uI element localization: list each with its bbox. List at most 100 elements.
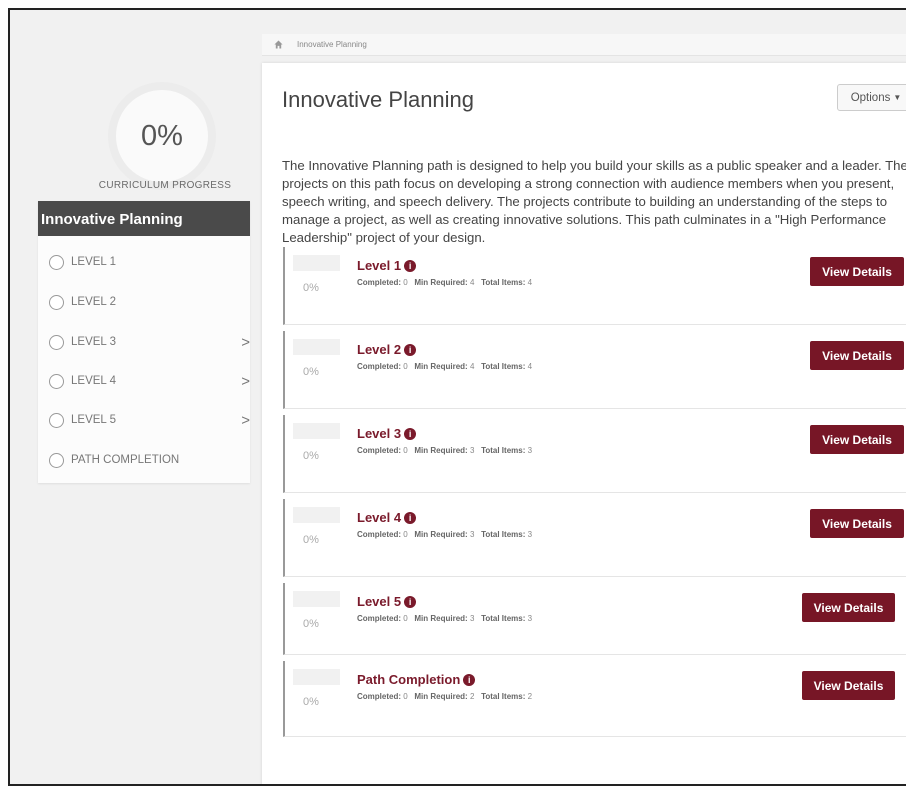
min-required-value: 4 xyxy=(469,278,475,287)
radio-icon xyxy=(49,412,64,428)
level-percent: 0% xyxy=(303,282,319,294)
sidebar-item-level-1[interactable]: LEVEL 1 xyxy=(38,243,250,281)
total-items-label: Total Items: xyxy=(481,530,526,539)
sidebar-item-label: PATH COMPLETION xyxy=(71,454,180,466)
view-details-button[interactable]: View Details xyxy=(810,425,904,454)
sidebar-item-level-3[interactable]: LEVEL 3 > xyxy=(38,323,250,361)
progress-bar xyxy=(293,339,340,355)
view-details-button[interactable]: View Details xyxy=(802,671,895,700)
radio-icon xyxy=(49,254,64,270)
level-stats: Completed: 0 Min Required: 3 Total Items… xyxy=(357,530,532,539)
chevron-right-icon: > xyxy=(241,372,250,390)
curriculum-progress-circle: 0% xyxy=(108,82,216,190)
options-label: Options xyxy=(850,91,891,104)
completed-label: Completed: xyxy=(357,278,401,287)
level-title-text: Level 2 xyxy=(357,342,402,357)
info-icon[interactable]: i xyxy=(463,673,476,686)
level-title: Level 5 i xyxy=(357,594,417,609)
level-title: Level 3 i xyxy=(357,426,417,441)
completed-value: 0 xyxy=(403,362,408,371)
level-title-text: Level 1 xyxy=(357,258,402,273)
info-icon[interactable]: i xyxy=(404,259,417,272)
breadcrumb-current[interactable]: Innovative Planning xyxy=(297,40,367,49)
level-card: 0% Level 3 i Completed: 0 Min Required: … xyxy=(283,415,906,493)
info-icon[interactable]: i xyxy=(404,511,417,524)
total-items-value: 4 xyxy=(527,362,533,371)
level-card: 0% Path Completion i Completed: 0 Min Re… xyxy=(283,661,906,737)
level-percent: 0% xyxy=(303,450,319,462)
level-title: Level 4 i xyxy=(357,510,417,525)
level-title-text: Level 5 xyxy=(357,594,402,609)
radio-icon xyxy=(49,452,64,468)
level-title-text: Level 3 xyxy=(357,426,402,441)
min-required-label: Min Required: xyxy=(414,614,468,623)
sidebar-item-label: LEVEL 1 xyxy=(71,256,116,268)
curriculum-progress-percent: 0% xyxy=(141,119,183,152)
level-stats: Completed: 0 Min Required: 3 Total Items… xyxy=(357,446,532,455)
options-button[interactable]: Options ▼ xyxy=(837,84,906,111)
sidebar-item-level-4[interactable]: LEVEL 4 > xyxy=(38,362,250,400)
sidebar-item-level-2[interactable]: LEVEL 2 xyxy=(38,283,250,321)
min-required-label: Min Required: xyxy=(414,446,468,455)
sidebar-item-label: LEVEL 4 xyxy=(71,375,116,387)
caret-down-icon: ▼ xyxy=(893,93,902,102)
level-stats: Completed: 0 Min Required: 2 Total Items… xyxy=(357,692,532,701)
info-icon[interactable]: i xyxy=(404,427,417,440)
chevron-right-icon: > xyxy=(241,411,250,429)
total-items-value: 3 xyxy=(527,530,533,539)
min-required-label: Min Required: xyxy=(414,278,468,287)
completed-value: 0 xyxy=(403,692,408,701)
progress-bar xyxy=(293,507,340,523)
total-items-label: Total Items: xyxy=(481,446,526,455)
breadcrumb: Innovative Planning xyxy=(262,34,906,56)
level-title: Level 1 i xyxy=(357,258,417,273)
radio-icon xyxy=(49,334,64,350)
level-card: 0% Level 5 i Completed: 0 Min Required: … xyxy=(283,583,906,655)
level-title: Path Completion i xyxy=(357,672,476,687)
level-title: Level 2 i xyxy=(357,342,417,357)
sidebar-title: Innovative Planning xyxy=(38,201,250,236)
level-percent: 0% xyxy=(303,696,319,708)
total-items-label: Total Items: xyxy=(481,362,526,371)
completed-label: Completed: xyxy=(357,362,401,371)
completed-value: 0 xyxy=(403,278,408,287)
total-items-value: 3 xyxy=(527,614,533,623)
min-required-label: Min Required: xyxy=(414,530,468,539)
progress-bar xyxy=(293,423,340,439)
progress-bar xyxy=(293,669,340,685)
sidebar-item-label: LEVEL 5 xyxy=(71,414,116,426)
completed-value: 0 xyxy=(403,614,408,623)
sidebar-item-path-completion[interactable]: PATH COMPLETION xyxy=(38,441,250,479)
view-details-button[interactable]: View Details xyxy=(802,593,895,622)
min-required-value: 3 xyxy=(469,614,475,623)
view-details-button[interactable]: View Details xyxy=(810,257,904,286)
view-details-button[interactable]: View Details xyxy=(810,509,904,538)
level-title-text: Level 4 xyxy=(357,510,402,525)
level-stats: Completed: 0 Min Required: 4 Total Items… xyxy=(357,362,532,371)
app-frame: 0% CURRICULUM PROGRESS Innovative Planni… xyxy=(8,8,906,786)
level-stats: Completed: 0 Min Required: 4 Total Items… xyxy=(357,278,532,287)
progress-bar xyxy=(293,591,340,607)
completed-label: Completed: xyxy=(357,614,401,623)
radio-icon xyxy=(49,294,64,310)
home-icon[interactable] xyxy=(274,40,283,49)
min-required-label: Min Required: xyxy=(414,362,468,371)
completed-value: 0 xyxy=(403,446,408,455)
radio-icon xyxy=(49,373,64,389)
view-details-button[interactable]: View Details xyxy=(810,341,904,370)
completed-label: Completed: xyxy=(357,446,401,455)
min-required-label: Min Required: xyxy=(414,692,468,701)
level-percent: 0% xyxy=(303,534,319,546)
sidebar-item-label: LEVEL 3 xyxy=(71,336,116,348)
completed-value: 0 xyxy=(403,530,408,539)
sidebar: Innovative Planning LEVEL 1 LEVEL 2 LEVE… xyxy=(38,201,250,483)
level-card: 0% Level 4 i Completed: 0 Min Required: … xyxy=(283,499,906,577)
info-icon[interactable]: i xyxy=(404,343,417,356)
total-items-value: 2 xyxy=(527,692,533,701)
sidebar-item-level-5[interactable]: LEVEL 5 > xyxy=(38,401,250,439)
completed-label: Completed: xyxy=(357,530,401,539)
level-card: 0% Level 1 i Completed: 0 Min Required: … xyxy=(283,247,906,325)
path-description: The Innovative Planning path is designed… xyxy=(282,158,906,245)
min-required-value: 3 xyxy=(469,446,475,455)
info-icon[interactable]: i xyxy=(404,595,417,608)
